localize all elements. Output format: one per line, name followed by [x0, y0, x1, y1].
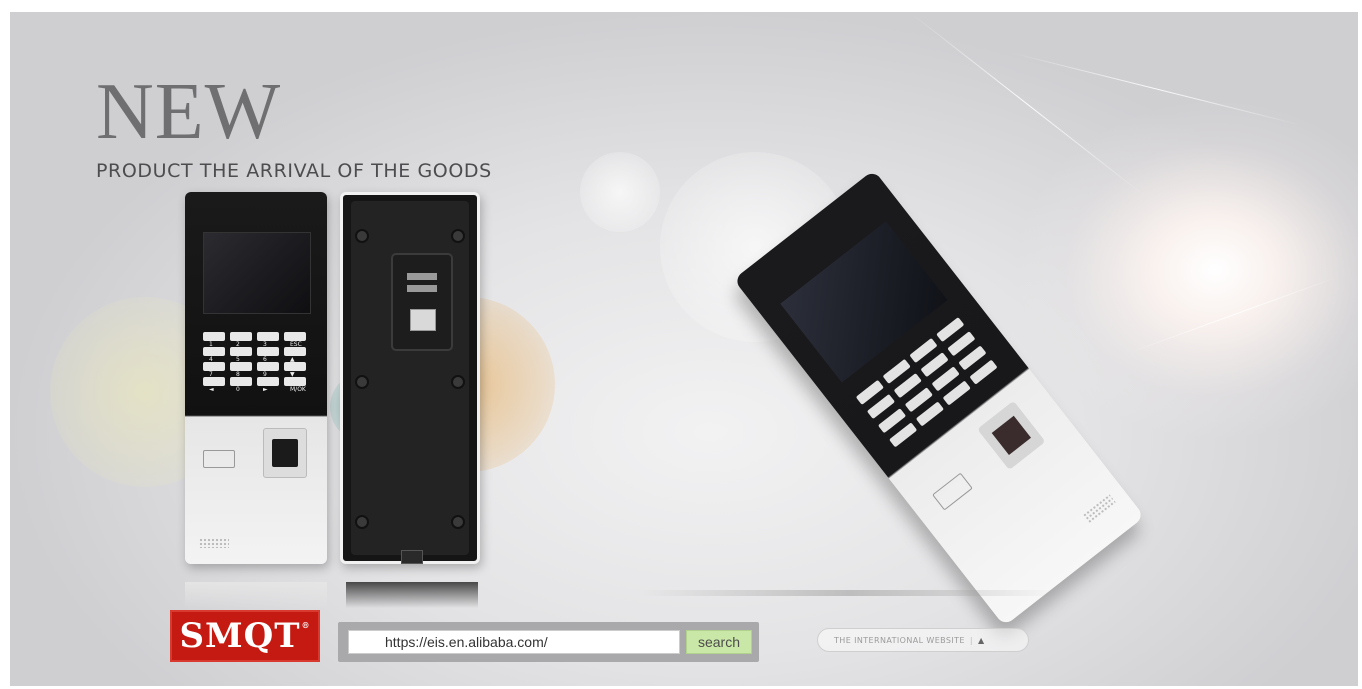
screw-icon — [355, 375, 369, 389]
keypad-key — [203, 362, 225, 371]
keypad-key — [203, 332, 225, 341]
divider: | — [969, 635, 973, 645]
keypad-key-label: M/OK — [290, 386, 306, 393]
keypad-key — [284, 362, 306, 371]
light-streak — [1129, 276, 1337, 353]
keypad-key-label: ◄ — [209, 386, 214, 393]
fingerprint-sensor — [977, 400, 1046, 471]
logo-text: SMQT — [179, 616, 301, 656]
device-screen — [203, 232, 311, 314]
keypad-key — [230, 362, 252, 371]
card-reader-icon — [203, 450, 235, 468]
pin-connector — [407, 285, 437, 292]
smqt-logo[interactable]: SMQT ® — [170, 610, 320, 662]
keypad-key — [284, 377, 306, 386]
banner-subheadline: PRODUCT THE ARRIVAL OF THE GOODS — [96, 160, 492, 182]
keypad-key — [284, 347, 306, 356]
screw-icon — [355, 229, 369, 243]
registered-mark: ® — [301, 620, 311, 630]
screw-icon — [451, 375, 465, 389]
keypad-key-label: ► — [263, 386, 268, 393]
screw-icon — [355, 515, 369, 529]
mount-clip — [401, 550, 423, 564]
keypad-key — [203, 377, 225, 386]
device-front-image: 1 2 3 ESC 4 5 6 ▲ 7 8 9 ▼ ◄ 0 ► M/OK — [185, 192, 327, 564]
device-back-image — [340, 192, 480, 564]
keypad-key — [284, 332, 306, 341]
pin-connector — [407, 273, 437, 280]
keypad-key — [230, 377, 252, 386]
search-input[interactable] — [348, 630, 680, 654]
triangle-up-icon: ▲ — [977, 635, 985, 645]
device-reflection — [185, 582, 327, 608]
connector-port — [391, 253, 453, 351]
keypad-key — [257, 347, 279, 356]
screw-icon — [451, 229, 465, 243]
keypad-key — [257, 332, 279, 341]
keypad-key — [230, 347, 252, 356]
keypad-key — [257, 377, 279, 386]
speaker-grille — [1082, 493, 1117, 525]
card-reader-icon — [932, 472, 973, 511]
device-reflection — [346, 582, 478, 608]
device-screen — [780, 221, 948, 383]
light-streak — [909, 12, 1147, 198]
screw-icon — [451, 515, 465, 529]
international-website-dropdown[interactable]: THE INTERNATIONAL WEBSITE | ▲ — [817, 628, 1029, 652]
banner-headline: NEW — [96, 68, 282, 156]
bokeh-circle-white-1 — [580, 152, 660, 232]
search-button[interactable]: search — [686, 630, 752, 654]
keypad-key — [203, 347, 225, 356]
keypad-key — [230, 332, 252, 341]
speaker-grille — [199, 538, 229, 548]
device-back-plate — [351, 201, 469, 555]
keypad-key-label: 0 — [236, 386, 240, 393]
floor-shadow — [640, 590, 1060, 596]
light-streak — [1009, 52, 1302, 126]
keypad-key — [257, 362, 279, 371]
fingerprint-sensor — [263, 428, 307, 478]
international-website-label: THE INTERNATIONAL WEBSITE — [834, 635, 965, 645]
ethernet-port-icon — [410, 309, 436, 331]
